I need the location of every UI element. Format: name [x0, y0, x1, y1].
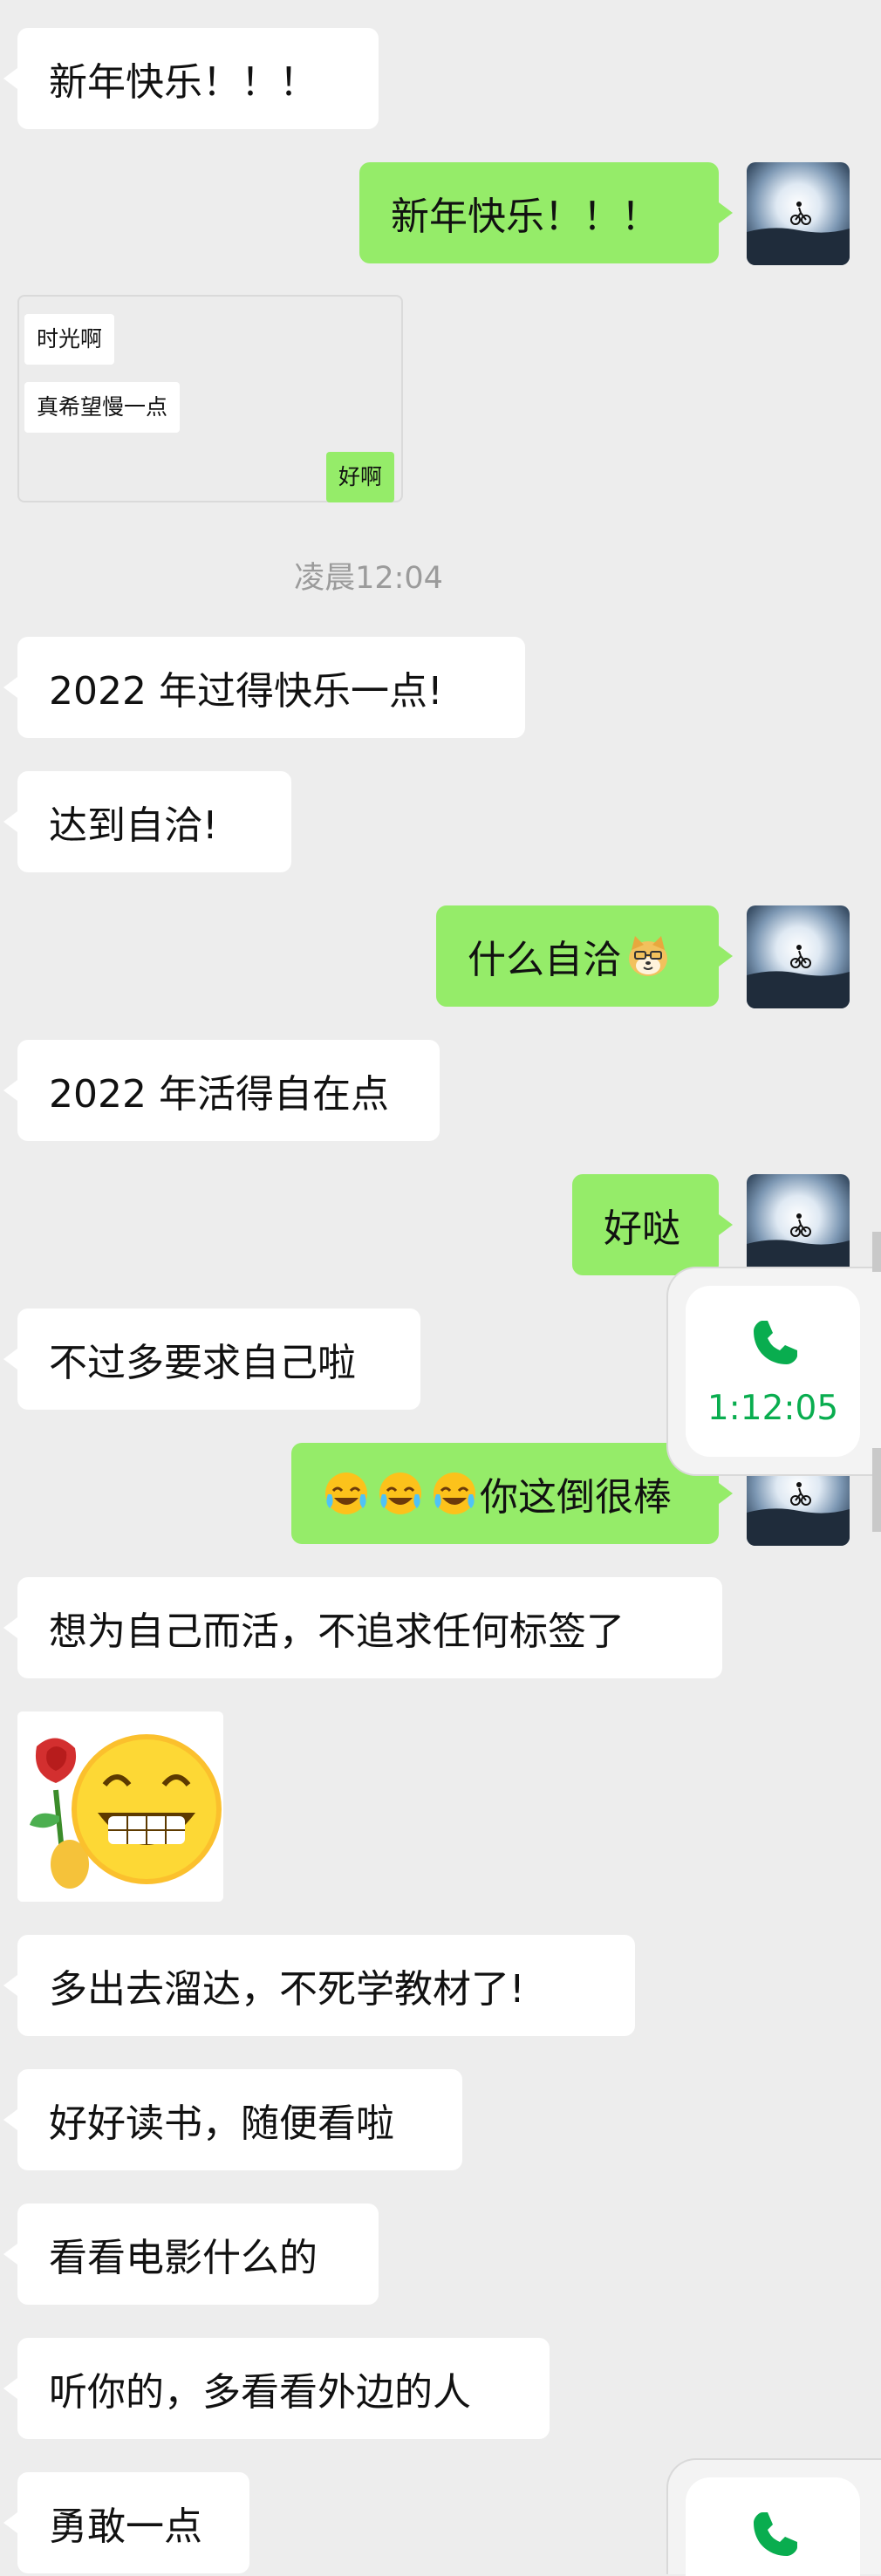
- rose-grin-sticker[interactable]: [17, 1712, 223, 1902]
- call-widget-panel[interactable]: [686, 2477, 860, 2576]
- call-duration: 1:12:05: [707, 1389, 839, 1428]
- message-bubble-incoming[interactable]: 2022 年活得自在点: [3, 1040, 440, 1141]
- call-widget-panel[interactable]: 1:12:05: [686, 1286, 860, 1457]
- message-bubble-incoming[interactable]: 2022 年过得快乐一点!: [3, 637, 525, 738]
- floating-call-widget[interactable]: [666, 2458, 881, 2576]
- message-bubble-incoming[interactable]: 看看电影什么的: [3, 2204, 379, 2305]
- message-bubble-outgoing[interactable]: 你这倒很棒: [291, 1443, 733, 1544]
- message-text: 好好读书，随便看啦: [49, 2101, 394, 2146]
- quoted-reply: 好啊: [325, 452, 394, 502]
- message-text: 2022 年过得快乐一点!: [49, 669, 443, 714]
- message-text: 好哒: [604, 1206, 680, 1251]
- message-text: 新年快乐！！！: [391, 195, 659, 239]
- message-text: 勇敢一点: [49, 2504, 202, 2549]
- message-text: 你这倒很棒: [480, 1475, 672, 1520]
- quoted-message: 时光啊: [24, 314, 115, 365]
- message-bubble-incoming[interactable]: 达到自洽!: [3, 771, 291, 872]
- avatar[interactable]: [747, 905, 850, 1008]
- quoted-message: 真希望慢一点: [24, 382, 181, 433]
- message-text: 不过多要求自己啦: [49, 1341, 356, 1385]
- floating-call-widget[interactable]: 1:12:05: [666, 1267, 881, 1476]
- phone-icon: [754, 2512, 797, 2556]
- avatar-image: [747, 162, 850, 265]
- timestamp: 凌晨12:04: [294, 561, 443, 596]
- message-bubble-incoming[interactable]: 好好读书，随便看啦: [3, 2069, 462, 2170]
- message-text: 多出去溜达，不死学教材了!: [49, 1967, 525, 2012]
- message-bubble-outgoing[interactable]: 什么自洽: [436, 905, 733, 1007]
- message-text: 听你的，多看看外边的人: [49, 2370, 471, 2415]
- message-bubble-outgoing[interactable]: 新年快乐！！！: [359, 162, 733, 263]
- message-bubble-incoming[interactable]: 想为自己而活，不追求任何标签了: [3, 1577, 722, 1678]
- message-bubble-incoming[interactable]: 多出去溜达，不死学教材了!: [3, 1935, 635, 2036]
- message-text: 什么自洽: [468, 938, 621, 982]
- avatar[interactable]: [747, 1174, 850, 1277]
- message-bubble-incoming[interactable]: 勇敢一点: [3, 2472, 249, 2573]
- message-text: 达到自洽!: [49, 803, 218, 848]
- avatar-image: [747, 1174, 850, 1277]
- message-text: 2022 年活得自在点: [49, 1072, 389, 1117]
- avatar[interactable]: [747, 162, 850, 265]
- scroll-indicator: [872, 1232, 881, 1272]
- rose-grin-sticker-image: [17, 1712, 223, 1902]
- scroll-indicator: [872, 1448, 881, 1532]
- phone-icon: [754, 1321, 797, 1364]
- doge-emoji-icon: [629, 936, 667, 976]
- chat-area[interactable]: 新年快乐！！！ 新年快乐！！！ 时光啊 真希望慢一点 好啊 凌晨12:04 20…: [0, 0, 881, 2576]
- message-bubble-incoming[interactable]: 不过多要求自己啦: [3, 1308, 420, 1410]
- message-bubble-incoming[interactable]: 新年快乐！！！: [3, 28, 379, 129]
- message-text: 想为自己而活，不追求任何标签了: [49, 1609, 625, 1654]
- quoted-screenshot-card[interactable]: 时光啊 真希望慢一点 好啊: [17, 295, 403, 502]
- avatar-image: [747, 905, 850, 1008]
- message-bubble-outgoing[interactable]: 好哒: [572, 1174, 733, 1275]
- laugh-cry-emoji-icon: [323, 1470, 478, 1517]
- message-bubble-incoming[interactable]: 听你的，多看看外边的人: [3, 2338, 550, 2439]
- message-text: 看看电影什么的: [49, 2236, 318, 2280]
- message-text: 新年快乐！！！: [49, 60, 318, 105]
